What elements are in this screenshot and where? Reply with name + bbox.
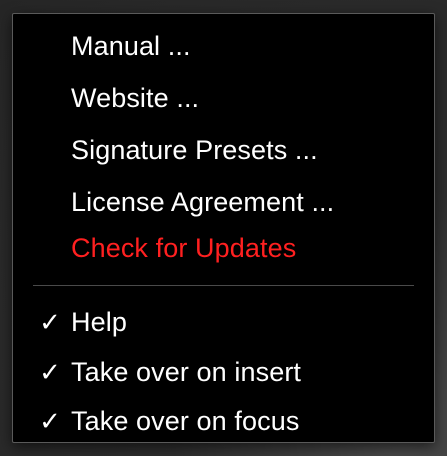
menu-item-license-agreement[interactable]: License Agreement ... bbox=[13, 178, 434, 226]
menu-item-website[interactable]: Website ... bbox=[13, 74, 434, 122]
checkmark-icon: ✓ bbox=[39, 405, 61, 436]
menu-item-label: Signature Presets ... bbox=[71, 134, 318, 165]
menu-toggle-label: Take over on insert bbox=[71, 356, 302, 387]
context-menu: Manual ... Website ... Signature Presets… bbox=[12, 13, 435, 443]
menu-item-label: Manual ... bbox=[71, 30, 191, 61]
checkmark-icon: ✓ bbox=[39, 356, 61, 387]
menu-toggle-label: Take over on focus bbox=[71, 405, 300, 436]
checkmark-icon: ✓ bbox=[39, 306, 61, 337]
menu-toggle-take-over-on-insert[interactable]: ✓ Take over on insert bbox=[13, 348, 434, 396]
menu-separator bbox=[33, 285, 414, 286]
menu-item-label: Check for Updates bbox=[71, 232, 297, 263]
menu-item-check-for-updates[interactable]: Check for Updates bbox=[13, 224, 434, 272]
menu-item-label: Website ... bbox=[71, 82, 200, 113]
menu-toggle-help[interactable]: ✓ Help bbox=[13, 298, 434, 346]
menu-item-manual[interactable]: Manual ... bbox=[13, 22, 434, 70]
menu-item-signature-presets[interactable]: Signature Presets ... bbox=[13, 126, 434, 174]
menu-toggle-label: Help bbox=[71, 306, 127, 337]
menu-toggle-take-over-on-focus[interactable]: ✓ Take over on focus bbox=[13, 397, 434, 445]
menu-item-label: License Agreement ... bbox=[71, 186, 335, 217]
